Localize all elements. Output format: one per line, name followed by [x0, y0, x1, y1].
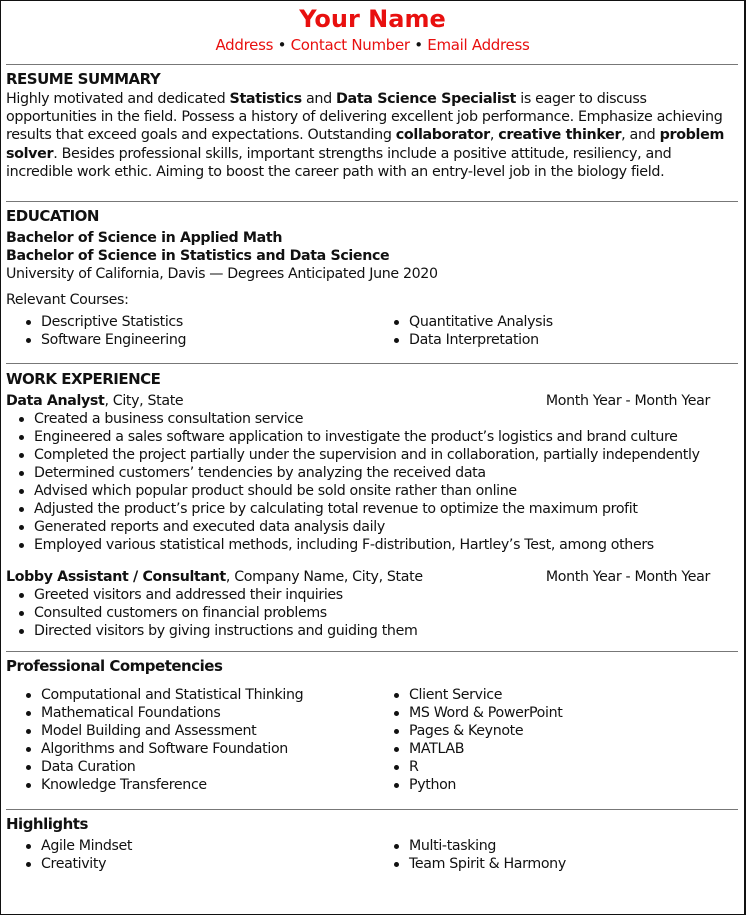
section-title-summary: RESUME SUMMARY: [6, 70, 161, 88]
competency-item: R: [392, 758, 562, 776]
email-address: Email Address: [427, 36, 530, 54]
resume-page: Your Name Address • Contact Number • Ema…: [0, 0, 746, 915]
summary-emphasis: creative thinker: [498, 127, 622, 144]
job-header: Data Analyst, City, State Month Year - Mo…: [6, 392, 738, 410]
competencies-right-column: Client Service MS Word & PowerPoint Pages …: [392, 686, 563, 794]
section-title-competencies: Professional Competencies: [6, 657, 223, 676]
job-title-line: Data Analyst, City, State: [6, 392, 184, 410]
competency-item: Model Building and Assessment: [24, 722, 392, 740]
contact-number: Contact Number: [290, 36, 410, 54]
job-bullet: Created a business consultation service: [17, 410, 738, 428]
competency-item: Algorithms and Software Foundation: [24, 740, 392, 758]
competency-item: MS Word & PowerPoint: [392, 704, 563, 722]
job-dates: Month Year - Month Year: [545, 393, 710, 410]
job-bullets: Created a business consultation service E…: [6, 410, 738, 554]
summary-text-segment: ,: [489, 127, 499, 144]
courses-label: Relevant Courses:: [6, 292, 129, 309]
section-title-highlights: Highlights: [6, 815, 88, 834]
highlights-left-column: Agile Mindset Creativity: [6, 837, 392, 873]
summary-text-segment: . Besides professional skills, important…: [6, 145, 672, 180]
competency-item: MATLAB: [392, 740, 562, 758]
job-bullet: Adjusted the product’s price by calculat…: [17, 500, 738, 518]
job-entry: Lobby Assistant / Consultant, Company Na…: [6, 568, 738, 640]
job-location: , Company Name, City, State: [225, 569, 423, 586]
course-item: Software Engineering: [24, 331, 392, 349]
courses-right-column: Quantitative Analysis Data Interpretation: [392, 313, 553, 349]
highlight-item: Agile Mindset: [24, 837, 392, 855]
degree-applied-math: Bachelor of Science in Applied Math: [6, 230, 283, 247]
competencies-left-column: Computational and Statistical Thinking Ma…: [6, 686, 392, 794]
degree-statistics: Bachelor of Science in Statistics and Da…: [6, 248, 390, 265]
highlight-item: Creativity: [24, 855, 392, 873]
job-bullet: Determined customers’ tendencies by anal…: [17, 464, 738, 482]
summary-section: RESUME SUMMARY Highly motivated and dedi…: [1, 65, 744, 181]
separator: •: [277, 36, 287, 54]
candidate-name: Your Name: [299, 5, 446, 33]
job-dates: Month Year - Month Year: [545, 569, 710, 586]
job-entry: Data Analyst, City, State Month Year - Mo…: [6, 392, 738, 554]
summary-emphasis: collaborator: [395, 127, 490, 144]
summary-text-segment: and: [301, 91, 336, 107]
job-bullet: Generated reports and executed data anal…: [17, 518, 738, 536]
job-location: , City, State: [104, 393, 184, 410]
highlights-right-column: Multi-tasking Team Spirit & Harmony: [392, 837, 566, 873]
job-title-line: Lobby Assistant / Consultant, Company Na…: [6, 568, 423, 586]
course-item: Descriptive Statistics: [24, 313, 392, 331]
job-header: Lobby Assistant / Consultant, Company Na…: [6, 568, 738, 586]
school-line: University of California, Davis — Degree…: [6, 266, 438, 283]
course-item: Quantitative Analysis: [392, 313, 553, 331]
job-bullets: Greeted visitors and addressed their inq…: [6, 586, 738, 640]
summary-text-segment: , and: [621, 127, 660, 144]
jobs-list: Data Analyst, City, State Month Year - Mo…: [6, 392, 738, 640]
competency-item: Pages & Keynote: [392, 722, 562, 740]
section-title-education: EDUCATION: [6, 207, 99, 226]
course-item: Data Interpretation: [392, 331, 553, 349]
job-bullet: Advised which popular product should be …: [17, 482, 738, 500]
separator: •: [414, 36, 423, 54]
highlight-item: Multi-tasking: [392, 837, 566, 855]
competency-item: Computational and Statistical Thinking: [24, 686, 392, 704]
job-role: Data Analyst: [6, 393, 105, 410]
competency-item: Mathematical Foundations: [24, 704, 392, 722]
competency-item: Python: [392, 776, 562, 794]
contact-line: Address • Contact Number • Email Address: [1, 34, 744, 56]
job-bullet: Directed visitors by giving instructions…: [17, 622, 738, 640]
courses-left-column: Descriptive Statistics Software Engineeri…: [6, 313, 392, 349]
highlights-list: Agile Mindset Creativity Multi-tasking Tea…: [6, 837, 738, 873]
summary-emphasis: Data Science Specialist: [336, 91, 517, 107]
summary-emphasis: Statistics: [229, 91, 303, 107]
summary-paragraph: Highly motivated and dedicated Statistic…: [6, 90, 738, 181]
education-section: EDUCATION Bachelor of Science in Applied…: [1, 202, 744, 349]
competencies-list: Computational and Statistical Thinking Ma…: [6, 686, 738, 794]
address: Address: [215, 36, 274, 54]
job-bullet: Employed various statistical methods, in…: [17, 536, 738, 554]
competency-item: Data Curation: [24, 758, 392, 776]
summary-text-segment: Highly motivated and dedicated: [6, 91, 230, 107]
work-section: WORK EXPERIENCE Data Analyst, City, Stat…: [1, 364, 744, 640]
job-role: Lobby Assistant / Consultant: [6, 569, 226, 586]
competency-item: Client Service: [392, 686, 562, 704]
highlight-item: Team Spirit & Harmony: [392, 855, 566, 873]
resume-header: Your Name Address • Contact Number • Ema…: [1, 1, 744, 56]
section-title-work: WORK EXPERIENCE: [6, 370, 161, 389]
competencies-section: Professional Competencies Computational …: [1, 652, 744, 794]
job-bullet: Engineered a sales software application …: [17, 428, 738, 446]
highlights-section: Highlights Agile Mindset Creativity Multi…: [1, 810, 744, 873]
job-bullet: Greeted visitors and addressed their inq…: [17, 586, 738, 604]
job-bullet: Completed the project partially under th…: [17, 446, 738, 464]
courses-list: Descriptive Statistics Software Engineeri…: [6, 313, 738, 349]
competency-item: Knowledge Transference: [24, 776, 392, 794]
job-bullet: Consulted customers on financial problem…: [17, 604, 738, 622]
